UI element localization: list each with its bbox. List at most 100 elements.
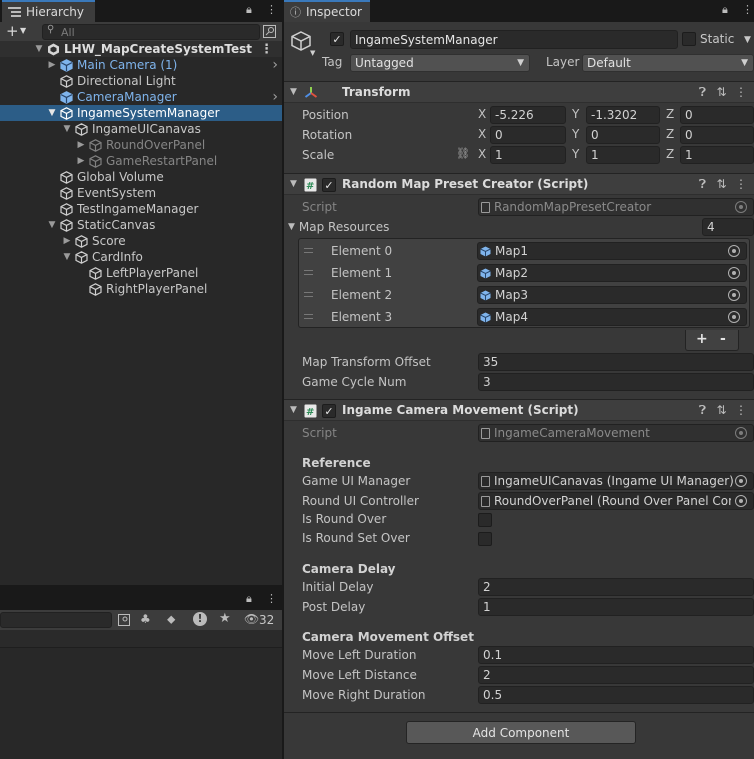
map-resource-element[interactable]: Element 1 Map2: [299, 263, 749, 285]
hierarchy-item-event-system[interactable]: EventSystem: [0, 185, 282, 201]
hierarchy-item-static-canvas[interactable]: ▼ StaticCanvas: [0, 217, 282, 233]
scale-x-axis-label[interactable]: X: [478, 147, 486, 161]
hierarchy-item-right-player-panel[interactable]: RightPlayerPanel: [0, 281, 282, 297]
label-tag-icon[interactable]: ⬥: [167, 612, 175, 627]
menu-icon[interactable]: ⋮: [742, 3, 753, 16]
plus-icon[interactable]: +: [6, 22, 19, 40]
hierarchy-item-left-player-panel[interactable]: LeftPlayerPanel: [0, 265, 282, 281]
fold-arrow-icon[interactable]: ▶: [62, 236, 72, 246]
rotation-z-axis-label[interactable]: Z: [666, 127, 674, 141]
element-object-field[interactable]: Map3: [477, 286, 747, 304]
tab-inspector[interactable]: ⓘ Inspector: [284, 0, 370, 22]
add-element-button[interactable]: +: [696, 331, 708, 347]
fold-arrow-icon[interactable]: ▶: [47, 60, 57, 70]
fold-arrow-icon[interactable]: ▼: [34, 44, 44, 54]
help-icon[interactable]: ❓︎: [697, 177, 708, 192]
lock-icon[interactable]: 🔒︎: [722, 3, 728, 17]
constrain-proportions-link-icon[interactable]: ⛓: [456, 147, 470, 160]
drag-handle-icon[interactable]: [304, 248, 313, 253]
remove-element-button[interactable]: -: [720, 331, 726, 347]
rotation-z-input[interactable]: 0: [680, 126, 754, 144]
chevron-right-icon[interactable]: ›: [272, 57, 278, 73]
game-ui-manager-field[interactable]: IngameUICanavas (Ingame UI Manager): [478, 472, 754, 490]
object-name-input[interactable]: IngameSystemManager: [350, 30, 678, 49]
scene-search-icon[interactable]: [263, 25, 276, 38]
initial-delay-input[interactable]: 2: [478, 578, 754, 596]
position-y-input[interactable]: -1.3202: [586, 106, 660, 124]
object-picker-icon[interactable]: [728, 311, 740, 323]
drag-handle-icon[interactable]: [304, 292, 313, 297]
hierarchy-item-score[interactable]: ▶ Score: [0, 233, 282, 249]
hierarchy-item-global-volume[interactable]: Global Volume: [0, 169, 282, 185]
hierarchy-item-ingame-ui-canavas[interactable]: ▼ IngameUICanavas: [0, 121, 282, 137]
rotation-x-axis-label[interactable]: X: [478, 127, 486, 141]
position-z-input[interactable]: 0: [680, 106, 754, 124]
element-object-field[interactable]: Map2: [477, 264, 747, 282]
rotation-y-input[interactable]: 0: [586, 126, 660, 144]
object-picker-icon[interactable]: [735, 475, 747, 487]
move-left-distance-input[interactable]: 2: [478, 666, 754, 684]
scale-x-input[interactable]: 1: [490, 146, 566, 164]
round-ui-controller-field[interactable]: RoundOverPanel (Round Over Panel Control…: [478, 492, 754, 510]
map-resources-row[interactable]: ▼ Map Resources: [288, 218, 389, 236]
hierarchy-item-test-ingame-manager[interactable]: TestIngameManager: [0, 201, 282, 217]
rotation-x-input[interactable]: 0: [490, 126, 566, 144]
drag-handle-icon[interactable]: [304, 314, 313, 319]
warning-icon[interactable]: !: [193, 612, 207, 626]
add-component-button[interactable]: Add Component: [406, 721, 636, 744]
preset-icon[interactable]: ⇅: [716, 403, 727, 417]
filter-type-icon[interactable]: ♣: [140, 612, 151, 626]
camera-movement-enabled-checkbox[interactable]: ✓: [322, 404, 336, 418]
game-cycle-num-input[interactable]: 3: [478, 373, 754, 391]
menu-icon[interactable]: ⋮: [266, 592, 277, 605]
fold-arrow-icon[interactable]: ▼: [290, 405, 297, 415]
map-transform-offset-input[interactable]: 35: [478, 353, 754, 371]
map-resource-element[interactable]: Element 0 Map1: [299, 241, 749, 263]
active-checkbox[interactable]: ✓: [330, 32, 344, 46]
static-checkbox[interactable]: [682, 32, 696, 46]
hierarchy-item-camera-manager[interactable]: CameraManager ›: [0, 89, 282, 105]
move-left-duration-input[interactable]: 0.1: [478, 646, 754, 664]
chevron-down-icon[interactable]: ▼: [20, 26, 26, 35]
kebab-icon[interactable]: ⋮: [735, 403, 747, 417]
menu-icon[interactable]: ⋮: [266, 3, 277, 16]
fold-arrow-icon[interactable]: ▼: [47, 220, 57, 230]
object-picker-icon[interactable]: [735, 495, 747, 507]
icon-dropdown-icon[interactable]: ▼: [310, 49, 315, 57]
post-delay-input[interactable]: 1: [478, 598, 754, 616]
rotation-y-axis-label[interactable]: Y: [572, 127, 579, 141]
hierarchy-item-round-over-panel[interactable]: ▶ RoundOverPanel: [0, 137, 282, 153]
random-map-enabled-checkbox[interactable]: ✓: [322, 178, 336, 192]
fold-arrow-icon[interactable]: ▶: [76, 156, 86, 166]
scene-row[interactable]: ▼ LHW_MapCreateSystemTest ⋮: [0, 41, 282, 57]
map-resource-element[interactable]: Element 2 Map3: [299, 285, 749, 307]
scale-z-axis-label[interactable]: Z: [666, 147, 674, 161]
kebab-icon[interactable]: ⋮: [735, 177, 747, 191]
camera-movement-header[interactable]: ▼ # ✓ Ingame Camera Movement (Script) ❓︎…: [284, 399, 754, 421]
tab-hierarchy[interactable]: Hierarchy: [2, 0, 95, 22]
layer-dropdown[interactable]: Default ▼: [582, 54, 754, 72]
map-resources-count-input[interactable]: 4: [702, 218, 754, 236]
fold-arrow-icon[interactable]: ▼: [62, 124, 72, 134]
scale-z-input[interactable]: 1: [680, 146, 754, 164]
object-picker-icon[interactable]: [728, 245, 740, 257]
hierarchy-item-main-camera[interactable]: ▶ Main Camera (1) ›: [0, 57, 282, 73]
position-x-axis-label[interactable]: X: [478, 107, 486, 121]
fold-arrow-icon[interactable]: ▼: [62, 252, 72, 262]
object-picker-icon[interactable]: [728, 267, 740, 279]
hierarchy-item-ingame-system-manager[interactable]: ▼ IngameSystemManager: [0, 105, 282, 121]
drag-handle-icon[interactable]: [304, 270, 313, 275]
gameobject-cube-icon[interactable]: [290, 30, 312, 52]
transform-header[interactable]: ▼ Transform ❓︎ ⇅ ⋮: [284, 81, 754, 103]
lock-icon[interactable]: 🔒︎: [246, 592, 252, 606]
hierarchy-item-card-info[interactable]: ▼ CardInfo: [0, 249, 282, 265]
fold-arrow-icon[interactable]: ▼: [290, 87, 297, 97]
fold-arrow-icon[interactable]: ▼: [290, 179, 297, 189]
chevron-right-icon[interactable]: ›: [272, 89, 278, 105]
position-y-axis-label[interactable]: Y: [572, 107, 579, 121]
is-round-set-over-checkbox[interactable]: [478, 532, 492, 546]
scale-y-input[interactable]: 1: [586, 146, 660, 164]
kebab-icon[interactable]: ⋮: [260, 42, 273, 57]
tag-dropdown[interactable]: Untagged ▼: [350, 54, 530, 72]
position-x-input[interactable]: -5.226: [490, 106, 566, 124]
